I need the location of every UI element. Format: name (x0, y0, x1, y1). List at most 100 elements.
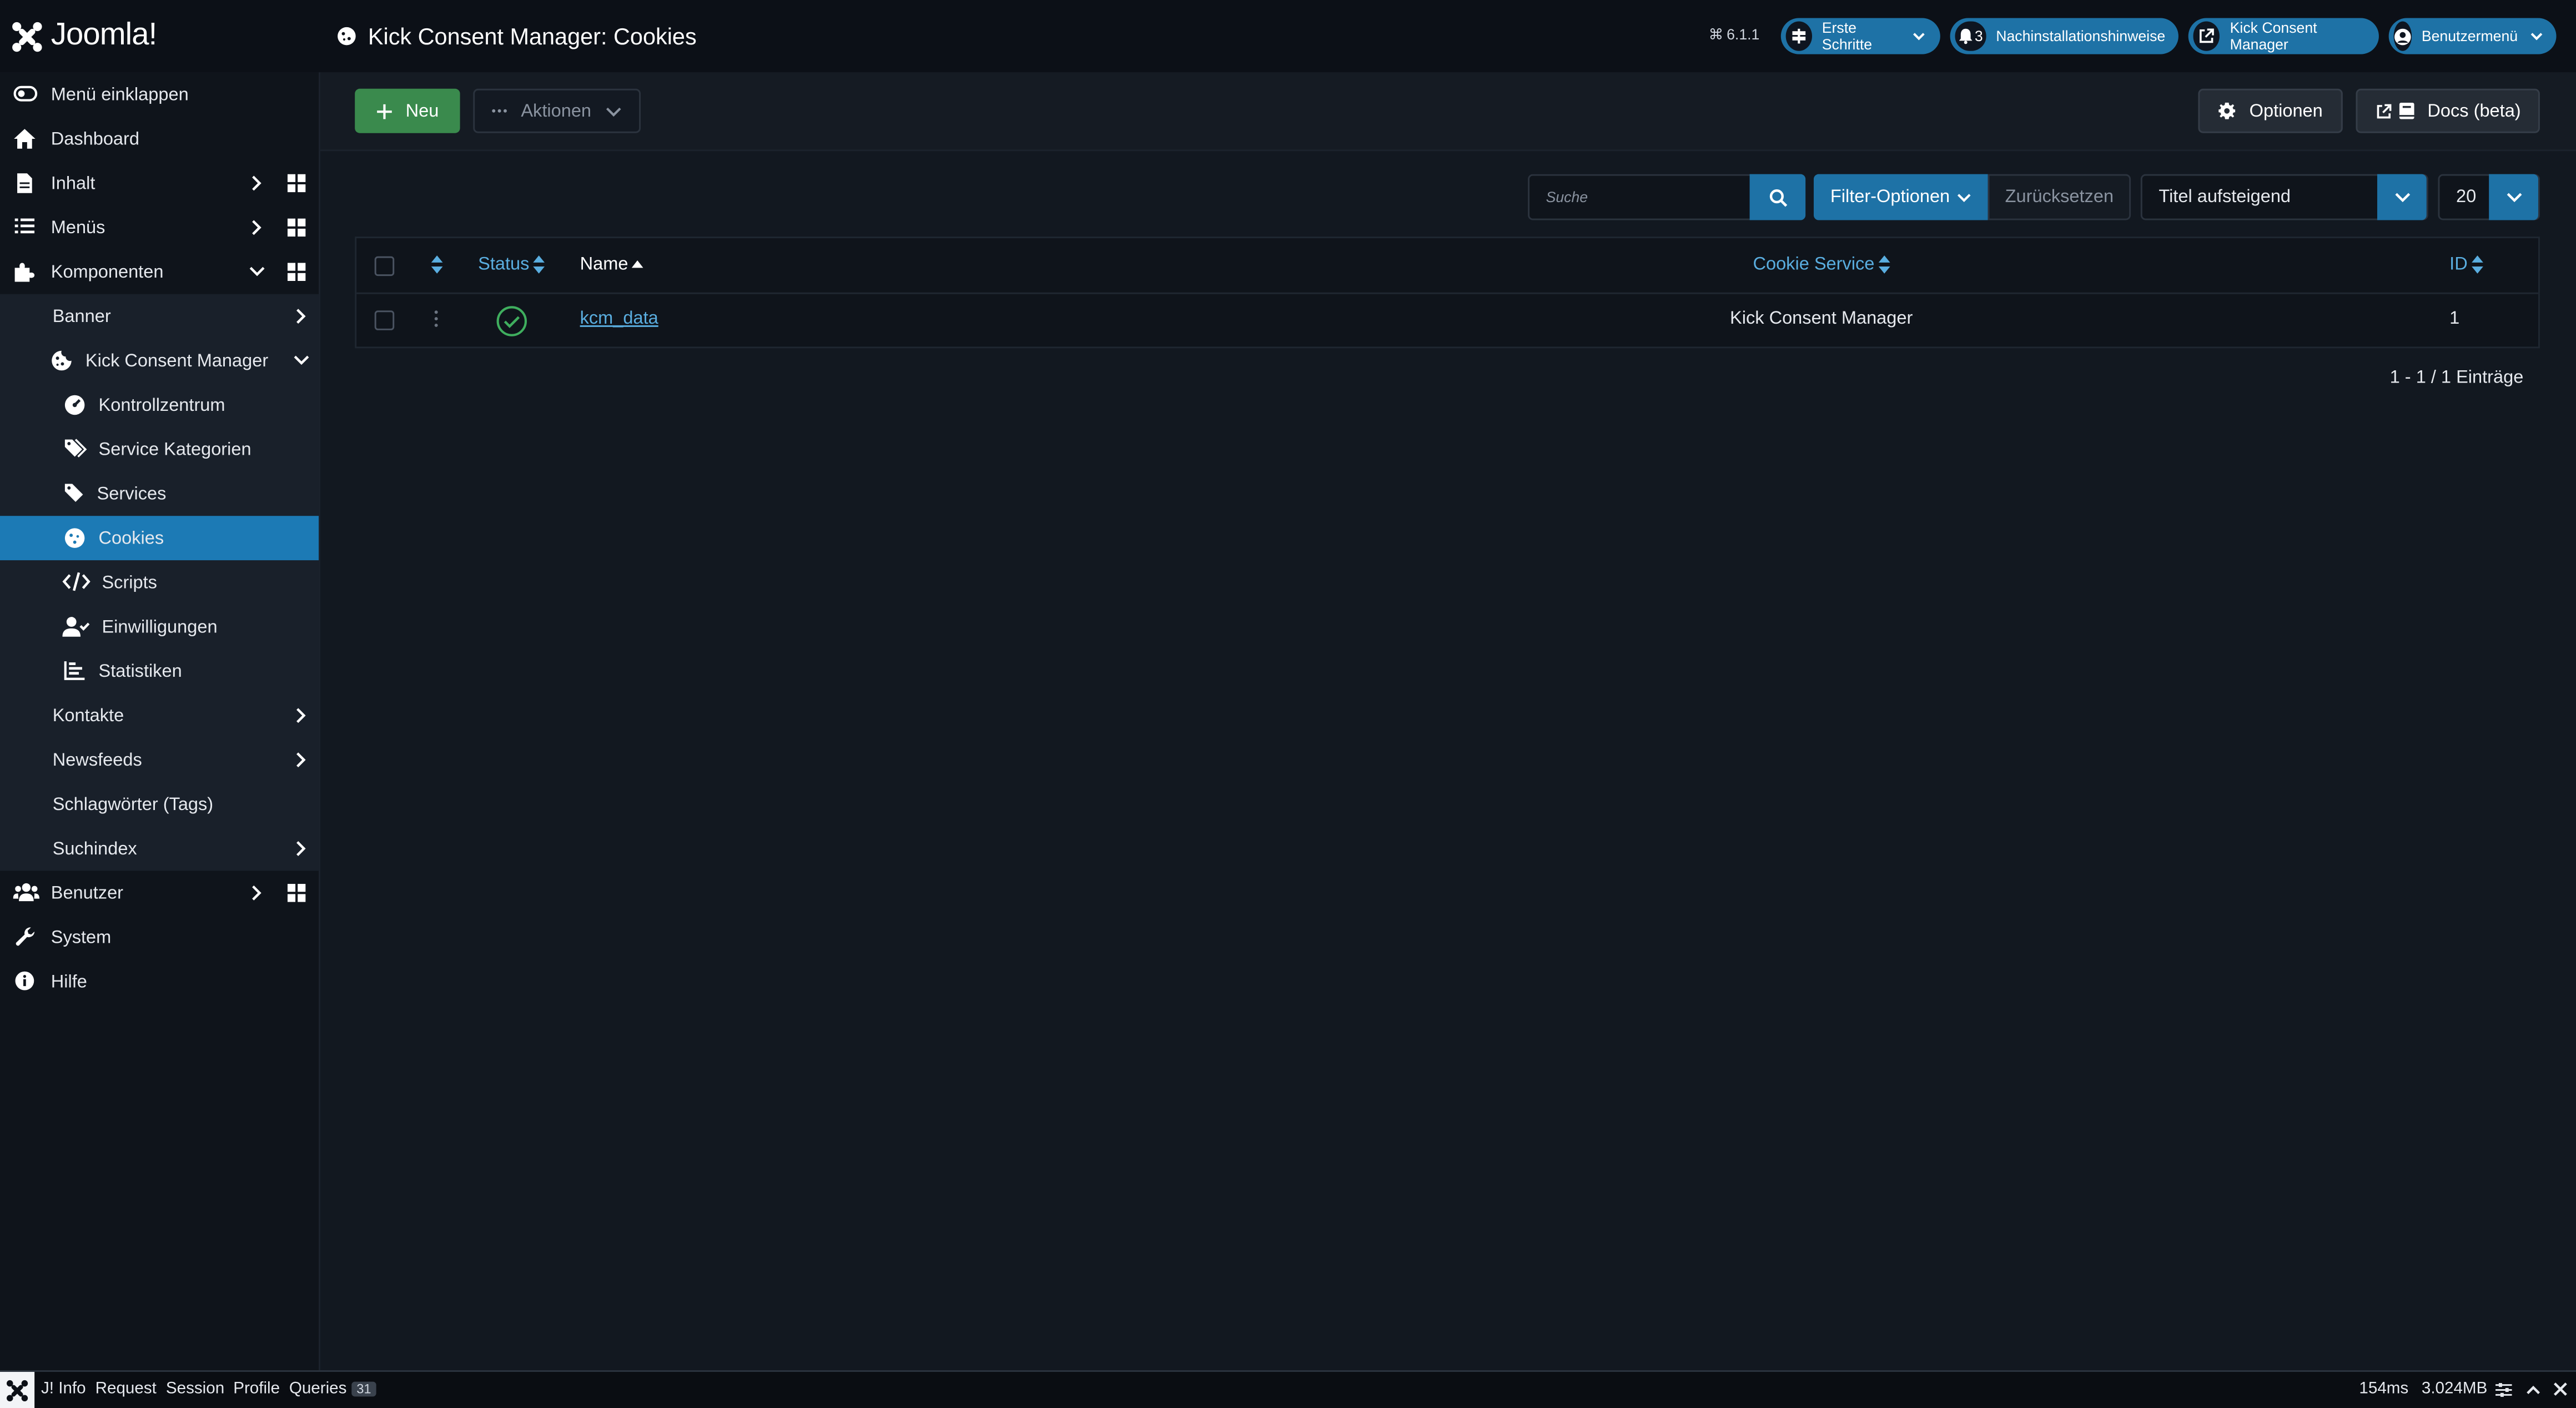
sort-icon (1878, 255, 1891, 275)
gauge-icon (64, 394, 85, 415)
chevron-up-icon[interactable] (2525, 1382, 2542, 1399)
chevron-right-icon (293, 706, 309, 725)
chevron-right-icon (293, 751, 309, 769)
file-icon (17, 173, 33, 194)
users-icon (13, 882, 40, 902)
sidebar-item-contacts[interactable]: Kontakte (0, 693, 319, 738)
chart-bar-icon (64, 661, 85, 681)
sidebar-item-content[interactable]: Inhalt (0, 161, 319, 205)
signpost-icon (1785, 21, 1812, 51)
tag-icon (64, 483, 84, 503)
sidebar-item-newsfeeds[interactable]: Newsfeeds (0, 738, 319, 782)
user-check-icon (62, 616, 90, 637)
chevron-down-icon (248, 263, 266, 279)
getting-started-button[interactable]: Erste Schritte (1780, 18, 1940, 54)
puzzle-icon (13, 262, 35, 283)
user-menu-button[interactable]: Benutzermenü (2388, 18, 2557, 54)
sidebar-item-users[interactable]: Benutzer (0, 871, 319, 915)
row-name-link[interactable]: kcm_data (580, 309, 658, 329)
sidebar-item-scripts[interactable]: Scripts (0, 560, 319, 605)
sidebar-item-consents[interactable]: Einwilligungen (0, 605, 319, 649)
sidebar-item-services[interactable]: Services (0, 471, 319, 516)
sidebar-item-menus[interactable]: Menüs (0, 205, 319, 250)
list-icon (14, 217, 35, 235)
list-limit-select[interactable]: 20 (2438, 174, 2540, 220)
debug-memory: 3.024MB (2421, 1380, 2488, 1399)
cookie-service-column-header[interactable]: Cookie Service (1753, 255, 1891, 275)
external-link-icon (2193, 21, 2220, 51)
docs-button[interactable]: Docs (beta) (2356, 88, 2540, 133)
dashboard-grid-icon[interactable] (287, 263, 306, 281)
reset-button[interactable]: Zurücksetzen (1988, 174, 2131, 220)
search-input[interactable] (1528, 174, 1750, 220)
debug-tab-queries[interactable]: Queries 31 (289, 1380, 376, 1398)
row-id: 1 (2449, 309, 2460, 329)
chevron-right-icon (293, 839, 309, 858)
bell-icon: 3 (1955, 21, 1986, 51)
debug-tab-profile[interactable]: Profile (233, 1380, 280, 1399)
toolbar: Neu Aktionen Optionen Docs (beta) (320, 72, 2576, 152)
options-button[interactable]: Optionen (2198, 88, 2343, 133)
ordering-select[interactable]: Titel aufsteigend (2140, 174, 2428, 220)
close-icon[interactable] (2553, 1382, 2568, 1397)
page-title-text: Kick Consent Manager: Cookies (368, 23, 697, 49)
sidebar-item-kick-consent-manager[interactable]: Kick Consent Manager (0, 339, 319, 383)
settings-sliders-icon[interactable] (2496, 1382, 2512, 1399)
tags-icon (64, 439, 87, 459)
page-title: Kick Consent Manager: Cookies (337, 23, 697, 49)
joomla-small-icon: ⌘ (1708, 26, 1724, 43)
chevron-right-icon (248, 884, 265, 902)
kick-consent-manager-link-button[interactable]: Kick Consent Manager (2188, 18, 2379, 54)
filter-options-button[interactable]: Filter-Optionen (1813, 174, 1988, 220)
chevron-down-icon (293, 351, 311, 368)
status-column-header[interactable]: Status (478, 255, 546, 274)
sidebar: Menü einklappen Dashboard Inhalt Menüs K… (0, 72, 321, 1370)
select-all-checkbox[interactable] (374, 256, 395, 276)
queries-count-badge: 31 (351, 1382, 376, 1397)
dashboard-grid-icon[interactable] (287, 174, 306, 193)
actions-dropdown[interactable]: Aktionen (473, 88, 641, 133)
sidebar-item-cookies[interactable]: Cookies (0, 516, 319, 561)
search-button[interactable] (1749, 174, 1806, 220)
sidebar-item-tags[interactable]: Schlagwörter (Tags) (0, 782, 319, 827)
dashboard-grid-icon[interactable] (287, 884, 306, 902)
chevron-right-icon (248, 219, 265, 237)
book-icon (2398, 102, 2414, 120)
sidebar-item-help[interactable]: Hilfe (0, 959, 319, 1004)
sort-icon (2471, 255, 2484, 275)
debug-tab-session[interactable]: Session (166, 1380, 224, 1399)
new-button[interactable]: Neu (355, 88, 460, 133)
user-circle-icon (2393, 21, 2412, 51)
external-link-icon (2375, 103, 2392, 119)
ellipsis-icon (491, 108, 508, 113)
row-checkbox[interactable] (374, 310, 395, 330)
published-check-icon[interactable] (496, 305, 527, 336)
dashboard-grid-icon[interactable] (287, 218, 306, 237)
sidebar-item-components[interactable]: Komponenten (0, 250, 319, 294)
name-column-header[interactable]: Name (580, 255, 645, 274)
sidebar-item-control-center[interactable]: Kontrollzentrum (0, 383, 319, 427)
sidebar-item-service-categories[interactable]: Service Kategorien (0, 427, 319, 471)
sidebar-item-dashboard[interactable]: Dashboard (0, 117, 319, 161)
chevron-down-icon (2377, 174, 2427, 220)
sidebar-item-banner[interactable]: Banner (0, 294, 319, 339)
table-row: kcm_data Kick Consent Manager 1 (356, 293, 2538, 349)
joomla-debug-logo-icon[interactable] (0, 1371, 35, 1408)
chevron-down-icon (605, 103, 623, 119)
debug-tab-request[interactable]: Request (95, 1380, 157, 1399)
ordering-column-sort[interactable] (430, 255, 444, 275)
drag-handle-icon[interactable] (434, 309, 439, 329)
joomla-logo[interactable]: Joomla! (10, 18, 157, 54)
sidebar-item-statistics[interactable]: Statistiken (0, 649, 319, 693)
top-header: Joomla! Kick Consent Manager: Cookies ⌘ … (0, 0, 2576, 74)
debug-tab-info[interactable]: J! Info (41, 1380, 86, 1399)
row-cookie-service: Kick Consent Manager (1730, 309, 1913, 329)
sidebar-item-search-index[interactable]: Suchindex (0, 826, 319, 871)
sidebar-collapse-menu[interactable]: Menü einklappen (0, 72, 319, 117)
sidebar-item-system[interactable]: System (0, 915, 319, 959)
chevron-down-icon (2528, 28, 2544, 44)
cookies-table: Status Name Cookie Service ID kcm_data K… (355, 237, 2540, 349)
post-install-messages-button[interactable]: 3 Nachinstallationshinweise (1950, 18, 2178, 54)
id-column-header[interactable]: ID (2449, 255, 2484, 275)
notification-count: 3 (1974, 28, 1983, 44)
